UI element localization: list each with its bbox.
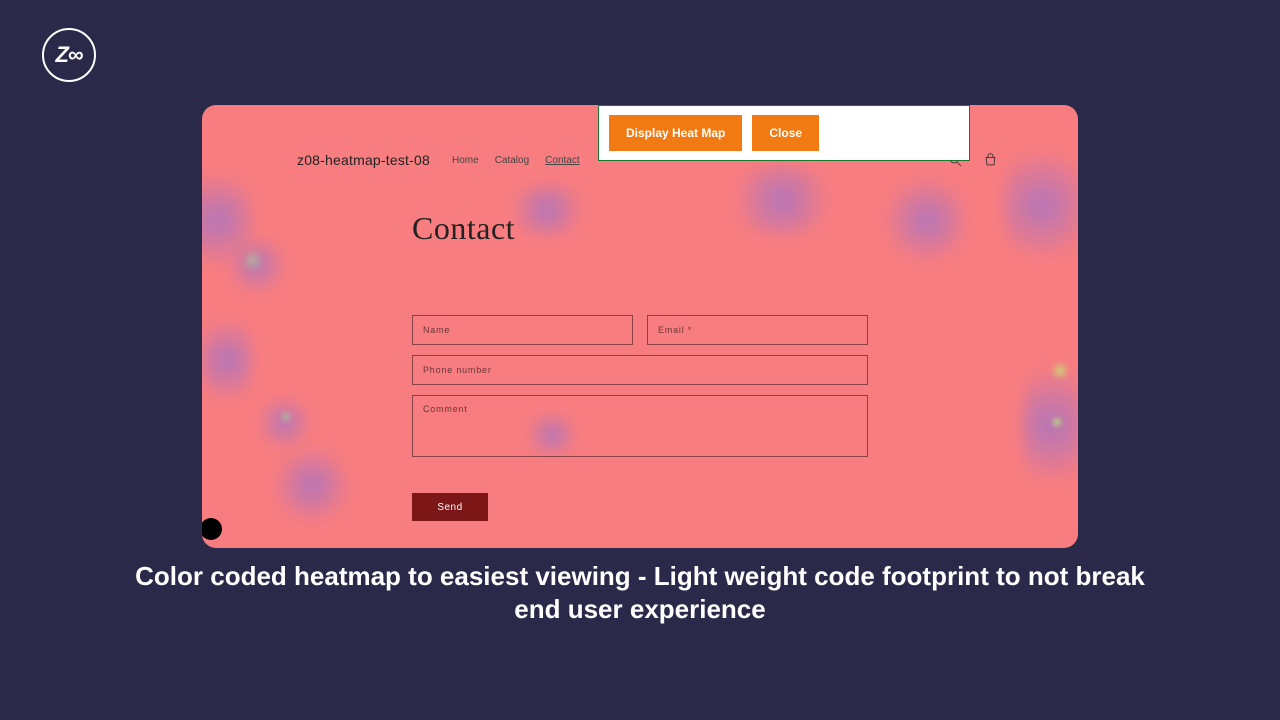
heatmap-toolbar: Display Heat Map Close — [598, 105, 970, 161]
main-nav: Home Catalog Contact — [452, 155, 580, 166]
accessibility-icon[interactable] — [202, 518, 222, 540]
page-title: Contact — [412, 210, 515, 247]
marketing-caption: Color coded heatmap to easiest viewing -… — [0, 560, 1280, 625]
nav-contact[interactable]: Contact — [545, 155, 579, 166]
name-field[interactable]: Name — [412, 315, 633, 345]
email-field[interactable]: Email * — [647, 315, 868, 345]
brand-logo: Z∞ — [42, 28, 96, 82]
brand-logo-text: Z∞ — [55, 42, 82, 68]
close-button[interactable]: Close — [752, 115, 819, 151]
phone-field[interactable]: Phone number — [412, 355, 868, 385]
nav-home[interactable]: Home — [452, 155, 479, 166]
nav-catalog[interactable]: Catalog — [495, 155, 529, 166]
comment-field[interactable]: Comment — [412, 395, 868, 457]
cart-icon[interactable] — [983, 153, 998, 168]
send-button[interactable]: Send — [412, 493, 488, 521]
app-screenshot: Display Heat Map Close z08-heatmap-test-… — [202, 105, 1078, 548]
site-title: z08-heatmap-test-08 — [297, 152, 430, 168]
display-heatmap-button[interactable]: Display Heat Map — [609, 115, 742, 151]
contact-form: Name Email * Phone number Comment Send — [412, 315, 868, 521]
